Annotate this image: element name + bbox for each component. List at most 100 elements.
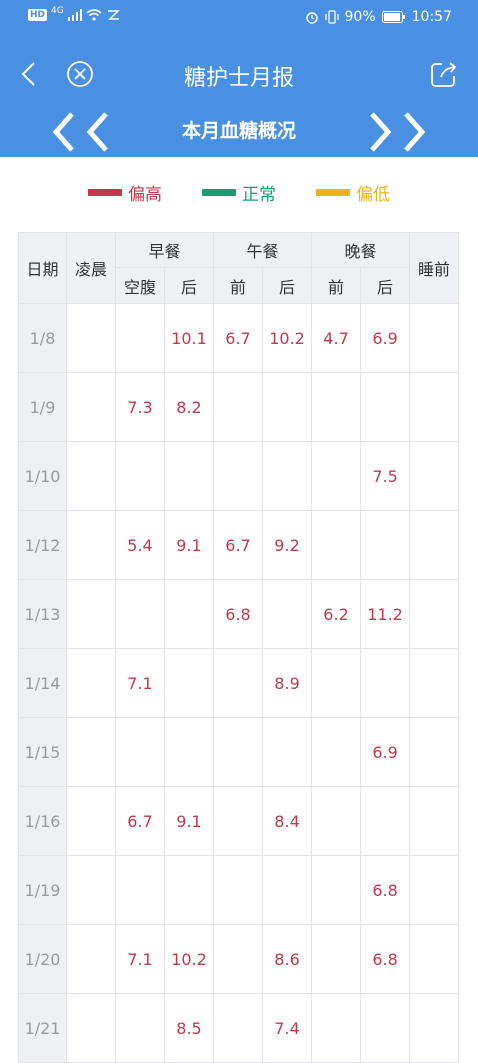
cell-breakfast-after (163, 648, 215, 718)
cell-dawn (66, 579, 116, 649)
cell-dawn (66, 372, 116, 442)
legend-high: 偏高 (88, 180, 162, 205)
cell-dawn (66, 993, 116, 1063)
cell-date: 1/21 (18, 993, 67, 1063)
cell-dawn (66, 924, 116, 994)
vibrate-icon (324, 10, 339, 24)
legend-label-low: 偏低 (356, 185, 390, 205)
cell-lunch-before: 6.7 (213, 510, 264, 580)
legend-normal: 正常 (202, 180, 276, 205)
table-row: 1/19 6.8 (18, 855, 460, 925)
cell-breakfast-fasting (115, 303, 165, 373)
cell-lunch-before (213, 786, 264, 856)
cell-breakfast-after (163, 579, 215, 649)
cell-dinner-after (360, 372, 411, 442)
clock: 10:57 (411, 9, 452, 25)
cell-dinner-before (311, 855, 362, 925)
cell-dinner-after: 6.9 (360, 717, 411, 787)
cell-date: 1/14 (18, 648, 67, 718)
cell-dinner-before (311, 786, 362, 856)
legend-swatch-normal (202, 189, 236, 196)
cell-lunch-after: 8.9 (262, 648, 313, 718)
hd-badge: HD (28, 9, 48, 21)
header-dinner-after: 后 (360, 267, 411, 304)
page-title: 糖护士月报 (183, 66, 294, 91)
header-lunch-after: 后 (262, 267, 313, 304)
cell-breakfast-fasting (115, 579, 165, 649)
header-breakfast-fasting: 空腹 (115, 267, 165, 304)
cell-dinner-before (311, 510, 362, 580)
cell-breakfast-fasting: 7.1 (115, 924, 165, 994)
table-row: 1/8 10.1 6.7 10.2 4.7 6.9 (18, 303, 460, 373)
cell-lunch-after (262, 717, 313, 787)
cell-dinner-before (311, 648, 362, 718)
share-button[interactable] (428, 58, 460, 90)
legend-low: 偏低 (316, 180, 390, 205)
cell-dawn (66, 855, 116, 925)
signal-icon (67, 9, 82, 21)
cell-bedtime (409, 924, 460, 994)
cell-date: 1/13 (18, 579, 67, 649)
cell-breakfast-after: 9.1 (163, 510, 215, 580)
cell-breakfast-fasting: 7.1 (115, 648, 165, 718)
cell-lunch-before (213, 924, 264, 994)
cell-date: 1/19 (18, 855, 67, 925)
cell-lunch-after (262, 855, 313, 925)
header-dinner: 晚餐 (311, 232, 411, 268)
cell-breakfast-after: 8.2 (163, 372, 215, 442)
table-row: 1/10 7.5 (18, 441, 460, 511)
header-lunch-before: 前 (213, 267, 264, 304)
cell-dinner-before: 4.7 (311, 303, 362, 373)
cell-date: 1/16 (18, 786, 67, 856)
table-row: 1/14 7.1 8.9 (18, 648, 460, 718)
next-month-button[interactable] (356, 110, 430, 154)
cell-dinner-before (311, 717, 362, 787)
table-row: 1/13 6.8 6.2 11.2 (18, 579, 460, 649)
cell-lunch-before (213, 855, 264, 925)
legend-label-high: 偏高 (128, 185, 162, 205)
cell-dinner-after (360, 786, 411, 856)
notification-icon (107, 10, 120, 20)
app-header: 糖护士月报 (0, 50, 478, 98)
cell-lunch-before (213, 993, 264, 1063)
cell-lunch-after (262, 579, 313, 649)
cell-lunch-after: 8.6 (262, 924, 313, 994)
double-chevron-right-icon (370, 112, 426, 152)
legend-swatch-low (316, 189, 350, 196)
cell-dinner-after: 7.5 (360, 441, 411, 511)
cell-dawn (66, 510, 116, 580)
header-lunch: 午餐 (213, 232, 313, 268)
cell-lunch-before (213, 372, 264, 442)
legend-swatch-high (88, 189, 122, 196)
cell-dinner-before (311, 924, 362, 994)
cell-date: 1/20 (18, 924, 67, 994)
cell-breakfast-fasting (115, 441, 165, 511)
cell-breakfast-after (163, 717, 215, 787)
table-row: 1/20 7.1 10.2 8.6 6.8 (18, 924, 460, 994)
cell-dinner-before (311, 441, 362, 511)
battery-percent: 90% (344, 9, 376, 25)
cell-lunch-after (262, 441, 313, 511)
table-row: 1/16 6.7 9.1 8.4 (18, 786, 460, 856)
cell-breakfast-after: 10.1 (163, 303, 215, 373)
cell-lunch-after: 9.2 (262, 510, 313, 580)
cell-date: 1/9 (18, 372, 67, 442)
cell-lunch-before (213, 717, 264, 787)
glucose-table-container[interactable]: 日期 凌晨 早餐 午餐 晚餐 睡前 空腹 后 前 后 前 后 1/8 10.1 6.… (18, 232, 460, 1063)
status-bar: HD 4G 90% 10:57 (0, 0, 478, 36)
cell-lunch-after: 8.4 (262, 786, 313, 856)
cell-dawn (66, 303, 116, 373)
header-date: 日期 (18, 232, 67, 304)
cell-bedtime (409, 372, 460, 442)
header-dawn: 凌晨 (66, 232, 116, 304)
cell-date: 1/15 (18, 717, 67, 787)
table-row: 1/9 7.3 8.2 (18, 372, 460, 442)
cell-bedtime (409, 993, 460, 1063)
cell-breakfast-after (163, 855, 215, 925)
cell-dinner-after: 11.2 (360, 579, 411, 649)
cell-dinner-after: 6.8 (360, 924, 411, 994)
cell-lunch-before: 6.8 (213, 579, 264, 649)
cell-breakfast-fasting: 5.4 (115, 510, 165, 580)
cell-bedtime (409, 717, 460, 787)
cell-breakfast-fasting: 7.3 (115, 372, 165, 442)
